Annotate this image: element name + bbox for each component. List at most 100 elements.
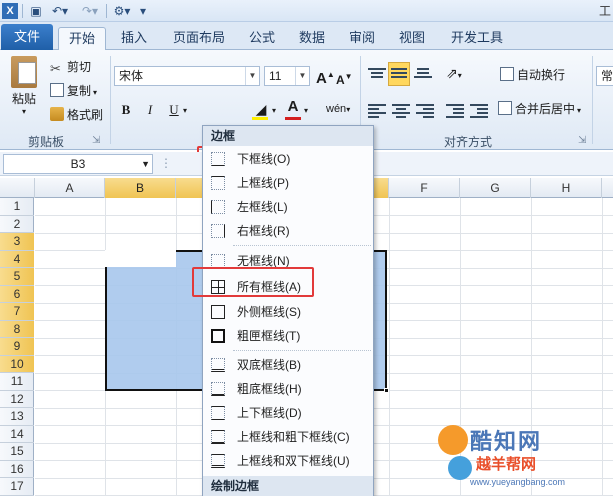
row-header[interactable]: 10 [0,355,34,373]
menu-item-top-bottom-border[interactable]: 上下框线(D) [203,402,373,424]
redo-icon[interactable]: ↷▾ [80,3,100,19]
row-header[interactable]: 5 [0,268,34,286]
font-name-dropdown-icon[interactable]: ▼ [245,67,259,85]
row-header[interactable]: 16 [0,461,34,478]
menu-divider [233,350,371,351]
tab-file[interactable]: 文件 [1,24,53,50]
row-header[interactable]: 3 [0,233,34,251]
menu-item-thick-bottom-border[interactable]: 粗底框线(H) [203,378,373,400]
window-title: 工 [598,4,611,18]
row-header[interactable]: 17 [0,478,34,496]
orientation-button[interactable]: ⇗▾ [446,64,462,85]
menu-item-thick-box-border[interactable]: 粗匣框线(T) [203,325,373,347]
menu-item-label: 上下框线(D) [237,406,302,420]
select-all-corner[interactable] [0,178,35,198]
row-header[interactable]: 12 [0,391,34,408]
tools-icon[interactable]: ⚙▾ [112,3,132,19]
column-header[interactable]: B [105,178,176,198]
row-header[interactable]: 1 [0,198,34,216]
align-center-icon[interactable] [392,102,410,118]
fill-color-button[interactable]: ◢ [250,100,272,120]
row-header[interactable]: 15 [0,443,34,461]
increase-indent-icon[interactable] [470,102,488,118]
column-header[interactable]: A [35,178,105,198]
tab-page-layout[interactable]: 页面布局 [164,27,234,50]
shrink-font-button[interactable]: A▼ [336,68,353,89]
phonetic-label: wén [326,103,347,115]
undo-icon[interactable]: ↶▾ [50,3,70,19]
menu-item-top-border[interactable]: 上框线(P) [203,172,373,194]
font-color-dropdown-icon[interactable]: ▾ [304,102,308,120]
menu-item-bottom-border[interactable]: 下框线(O) [203,148,373,170]
align-left-icon[interactable] [368,102,386,118]
align-middle-icon[interactable] [388,62,410,86]
name-box-dropdown-icon[interactable]: ▼ [141,155,150,173]
row-header[interactable]: 9 [0,338,34,356]
cut-button[interactable]: ✂ 剪切 [50,58,91,76]
format-painter-button[interactable]: 格式刷 [50,106,103,124]
paste-button[interactable]: 粘贴 ▾ [6,56,42,126]
brush-icon [50,107,64,121]
merge-dropdown-icon[interactable]: ▾ [577,106,581,115]
right-border-icon [211,224,225,238]
paste-dropdown-icon[interactable]: ▾ [6,108,42,116]
row-header[interactable]: 7 [0,303,34,321]
font-size-combo[interactable]: 11 ▼ [264,66,310,86]
copy-icon [50,83,64,97]
fill-handle[interactable] [384,388,389,393]
row-header[interactable]: 2 [0,216,34,233]
underline-dropdown-icon[interactable]: ▾ [183,102,187,120]
underline-button[interactable]: U [164,100,184,120]
tab-view[interactable]: 视图 [390,27,434,50]
menu-item-top-double-bottom-border[interactable]: 上框线和双下框线(U) [203,450,373,472]
menu-item-outside-borders[interactable]: 外侧框线(S) [203,301,373,323]
number-format-combo[interactable]: 常 [596,66,613,86]
name-box[interactable]: B3 ▼ [3,154,153,174]
italic-button[interactable]: I [140,100,160,120]
menu-item-top-thick-bottom-border[interactable]: 上框线和粗下框线(C) [203,426,373,448]
tab-insert[interactable]: 插入 [112,27,156,50]
tab-data[interactable]: 数据 [290,27,334,50]
tab-developer[interactable]: 开发工具 [442,27,512,50]
tab-review[interactable]: 审阅 [340,27,384,50]
alignment-launcher-icon[interactable]: ⇲ [578,132,586,150]
font-color-button[interactable]: A [284,98,302,120]
align-right-icon[interactable] [416,102,434,118]
row-header[interactable]: 14 [0,426,34,443]
row-header[interactable]: 11 [0,373,34,391]
column-header[interactable]: F [389,178,460,198]
wrap-text-button[interactable]: 自动换行 [500,66,565,84]
row-header[interactable]: 6 [0,285,34,303]
merge-center-button[interactable]: 合并后居中 ▾ [498,100,581,120]
row-header[interactable]: 4 [0,250,34,268]
active-cell[interactable] [105,250,176,267]
copy-dropdown-icon[interactable]: ▾ [93,88,97,97]
column-header[interactable]: H [531,178,602,198]
bold-button[interactable]: B [116,100,136,120]
wrap-text-label: 自动换行 [517,68,566,82]
merge-center-label: 合并后居中 [515,102,576,116]
menu-item-double-bottom-border[interactable]: 双底框线(B) [203,354,373,376]
menu-item-left-border[interactable]: 左框线(L) [203,196,373,218]
font-name-combo[interactable]: 宋体 ▼ [114,66,260,86]
fill-color-dropdown-icon[interactable]: ▾ [272,102,276,120]
align-top-icon[interactable] [368,66,386,82]
row-header[interactable]: 8 [0,320,34,338]
align-bottom-icon[interactable] [414,66,432,82]
clipboard-launcher-icon[interactable]: ⇲ [92,132,100,150]
tab-home[interactable]: 开始 [58,27,106,51]
menu-item-right-border[interactable]: 右框线(R) [203,220,373,242]
grow-font-button[interactable]: A▲ [316,66,335,88]
column-header[interactable]: G [460,178,531,198]
save-icon[interactable]: ▣ [28,3,44,19]
copy-button[interactable]: 复制 ▾ [50,82,97,102]
decrease-indent-icon[interactable] [446,102,464,118]
font-size-dropdown-icon[interactable]: ▼ [295,67,309,85]
customize-qa-icon[interactable]: ▾ [138,3,148,19]
phonetic-button[interactable]: wén▾ [326,100,350,119]
row-header[interactable]: 13 [0,408,34,426]
outside-borders-icon [211,305,225,319]
no-border-icon [211,254,225,268]
tab-formulas[interactable]: 公式 [240,27,284,50]
wrap-text-icon [500,67,514,81]
